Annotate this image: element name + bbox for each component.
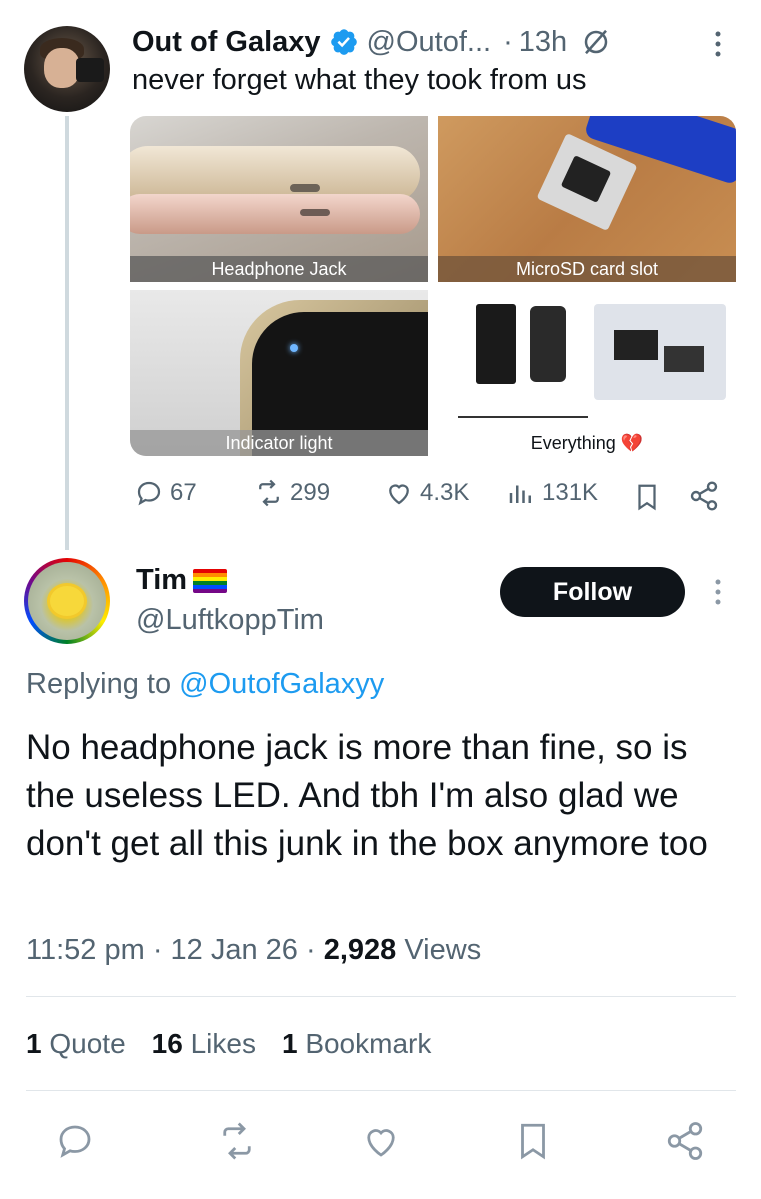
author-name[interactable]: Out of Galaxy bbox=[132, 26, 321, 59]
divider bbox=[26, 1090, 736, 1091]
meta-separator: · bbox=[152, 934, 171, 966]
repost-icon bbox=[259, 479, 279, 507]
reply-meta: 11:52 pm · 12 Jan 26 · 2,928 Views bbox=[26, 934, 481, 967]
likes-label: Likes bbox=[190, 1028, 256, 1059]
likes-count: 16 bbox=[151, 1028, 183, 1059]
reply-author-handle[interactable]: @LuftkoppTim bbox=[136, 604, 324, 637]
follow-button[interactable]: Follow bbox=[500, 567, 685, 617]
bookmarks-label: Bookmark bbox=[305, 1028, 432, 1059]
photo-box-contents[interactable]: Everything 💔 bbox=[438, 290, 736, 456]
photo-microsd-slot[interactable]: MicroSD card slot bbox=[438, 116, 736, 282]
reply-count: 67 bbox=[170, 479, 197, 506]
likes-stat[interactable]: 16 Likes bbox=[152, 1028, 256, 1060]
meta-separator: · bbox=[306, 934, 324, 966]
photo-indicator-light[interactable]: Indicator light bbox=[130, 290, 428, 456]
bookmark-icon[interactable] bbox=[512, 1120, 554, 1162]
repost-action[interactable]: 299 bbox=[254, 478, 330, 508]
author-avatar[interactable] bbox=[24, 26, 110, 112]
grok-icon[interactable] bbox=[581, 27, 611, 57]
quotes-stat[interactable]: 1 Quote bbox=[26, 1028, 126, 1060]
share-icon[interactable] bbox=[664, 1120, 706, 1162]
divider bbox=[26, 996, 736, 997]
views-action[interactable]: 131K bbox=[506, 478, 598, 508]
tweet-text: never forget what they took from us bbox=[132, 64, 587, 96]
tweet-header: Out of Galaxy @Outof... · 13h bbox=[132, 24, 611, 60]
reply-icon[interactable] bbox=[54, 1120, 96, 1162]
like-action[interactable]: 4.3K bbox=[384, 478, 469, 508]
reply-views-count: 2,928 bbox=[323, 934, 397, 966]
reply-action[interactable]: 67 bbox=[134, 478, 197, 508]
repost-icon[interactable] bbox=[216, 1120, 258, 1162]
tweet-time[interactable]: 13h bbox=[519, 26, 567, 59]
photo-headphone-jack[interactable]: Headphone Jack bbox=[130, 116, 428, 282]
replying-to: Replying to @OutofGalaxyy bbox=[26, 668, 384, 701]
tweet-time-separator: · bbox=[503, 25, 513, 58]
repost-count: 299 bbox=[290, 479, 331, 506]
engagement-stats: 1 Quote 16 Likes 1 Bookmark bbox=[26, 1028, 431, 1060]
quotes-count: 1 bbox=[26, 1028, 42, 1059]
like-icon[interactable] bbox=[360, 1120, 402, 1162]
author-handle[interactable]: @Outof... bbox=[367, 26, 492, 59]
reply-icon bbox=[137, 481, 161, 506]
bookmarks-stat[interactable]: 1 Bookmark bbox=[282, 1028, 431, 1060]
more-icon[interactable] bbox=[706, 28, 730, 60]
photo-caption: Everything 💔 bbox=[530, 433, 644, 453]
reply-time[interactable]: 11:52 pm bbox=[26, 934, 145, 966]
reply-more-icon[interactable] bbox=[706, 576, 730, 608]
reply-author-avatar[interactable] bbox=[24, 558, 110, 644]
reply-author-line: Tim bbox=[136, 564, 228, 597]
replying-to-prefix: Replying to bbox=[26, 668, 172, 700]
verified-badge-icon bbox=[330, 29, 357, 55]
reply-author-name[interactable]: Tim bbox=[136, 564, 187, 597]
views-icon bbox=[509, 485, 531, 503]
reply-text: No headphone jack is more than fine, so … bbox=[26, 728, 708, 863]
bookmarks-count: 1 bbox=[281, 1028, 298, 1059]
photo-caption: Headphone Jack bbox=[130, 256, 428, 282]
like-count: 4.3K bbox=[420, 479, 470, 506]
rainbow-flag-icon bbox=[193, 568, 228, 593]
bookmark-icon[interactable] bbox=[632, 480, 662, 514]
reply-views-label: Views bbox=[404, 934, 482, 966]
share-icon[interactable] bbox=[688, 480, 720, 512]
thread-line bbox=[65, 116, 69, 550]
replying-to-handle-link[interactable]: @OutofGalaxyy bbox=[179, 668, 384, 700]
quotes-label: Quote bbox=[49, 1028, 126, 1059]
tweet-photo-grid[interactable]: Headphone Jack MicroSD card slot Indicat… bbox=[130, 116, 736, 456]
like-icon bbox=[389, 484, 409, 505]
reply-date[interactable]: 12 Jan 26 bbox=[171, 934, 298, 966]
photo-caption: Indicator light bbox=[130, 430, 428, 456]
views-count: 131K bbox=[542, 479, 599, 506]
photo-caption: MicroSD card slot bbox=[438, 256, 736, 282]
